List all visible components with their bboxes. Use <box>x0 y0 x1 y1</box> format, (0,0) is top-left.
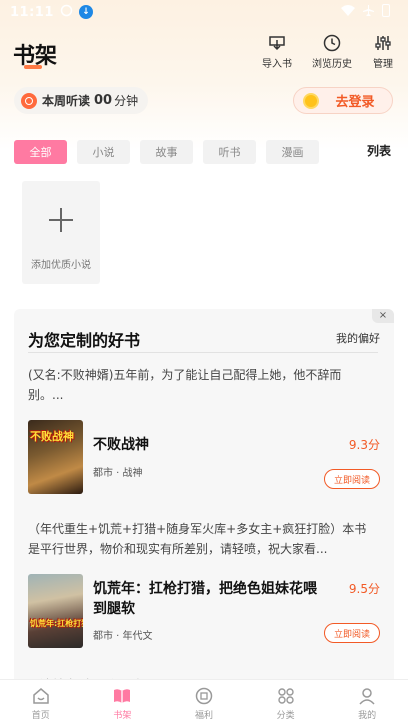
weekly-listen-unit: 分钟 <box>114 94 139 108</box>
status-bar: 11:11 ↓ <box>0 0 408 24</box>
book-score: 9.3分 <box>348 438 380 452</box>
weekly-listen-badge[interactable]: 本周听读 00 分钟 <box>14 87 148 114</box>
divider <box>28 352 378 353</box>
weekly-listen-label: 本周听读 <box>42 94 91 108</box>
book-cover[interactable]: 饥荒年:扛枪打猎 <box>28 574 83 648</box>
bottom-navigation: 首页 书架 福利 分类 我的 <box>0 679 408 725</box>
history-button[interactable]: 浏览历史 <box>307 34 357 70</box>
nav-bookshelf[interactable]: 书架 <box>82 680 164 725</box>
home-icon <box>33 688 49 704</box>
sync-icon <box>60 4 73 21</box>
book-title[interactable]: 不败战神 <box>93 435 328 455</box>
login-button[interactable]: 去登录 <box>293 87 393 114</box>
filter-tab-novel[interactable]: 小说 <box>77 140 130 164</box>
book-description: (又名:不败神婿)五年前，为了能让自己配得上她，他不辞而别。... <box>28 368 342 402</box>
nav-category-label: 分类 <box>276 711 295 721</box>
book-description: （年代重生+饥荒+打猎+随身军火库+多女主+疯狂打脸）本书是平行世界，物价和现实… <box>28 522 367 556</box>
title-underline <box>24 65 42 69</box>
gift-coin-icon <box>195 687 213 705</box>
nav-bookshelf-label: 书架 <box>113 711 132 721</box>
history-label: 浏览历史 <box>312 59 352 70</box>
read-now-button[interactable]: 立即阅读 <box>324 469 380 489</box>
manage-button[interactable]: 管理 <box>358 34 408 70</box>
clock-icon <box>323 34 341 52</box>
cover-title: 不败战神 <box>30 430 74 443</box>
filter-tab-comic[interactable]: 漫画 <box>266 140 319 164</box>
nav-home-label: 首页 <box>31 711 50 721</box>
user-icon <box>359 688 375 705</box>
download-icon: ↓ <box>78 5 93 19</box>
sliders-icon <box>375 36 391 50</box>
nav-profile[interactable]: 我的 <box>326 680 408 725</box>
nav-profile-label: 我的 <box>358 711 377 721</box>
coin-icon <box>303 92 320 109</box>
alarm-clock-icon <box>21 92 37 109</box>
airplane-icon <box>363 5 374 16</box>
recommendation-card: × 为您定制的好书 我的偏好 (又名:不败神婿)五年前，为了能让自己配得上她，他… <box>14 309 394 689</box>
grid-icon <box>277 688 294 704</box>
my-preference-link[interactable]: 我的偏好 <box>336 330 380 346</box>
book-cover[interactable]: 不败战神 <box>28 420 83 494</box>
filter-tab-audiobook[interactable]: 听书 <box>203 140 256 164</box>
import-book-button[interactable]: 导入书 <box>252 34 302 70</box>
import-icon <box>269 36 285 51</box>
book-tags: 都市 · 年代文 <box>93 631 153 642</box>
filter-tab-story[interactable]: 故事 <box>140 140 193 164</box>
nav-category[interactable]: 分类 <box>245 680 327 725</box>
nav-welfare[interactable]: 福利 <box>163 680 245 725</box>
list-view-toggle[interactable]: 列表 <box>367 142 391 159</box>
category-filter-tabs: 全部 小说 故事 听书 漫画 <box>14 140 319 164</box>
manage-label: 管理 <box>373 59 393 70</box>
import-book-label: 导入书 <box>262 59 292 70</box>
book-tags: 都市 · 战神 <box>93 468 143 479</box>
filter-tab-all[interactable]: 全部 <box>14 140 67 164</box>
book-title[interactable]: 饥荒年：扛枪打猎，把绝色姐妹花喂到腿软 <box>93 579 328 619</box>
login-label: 去登录 <box>335 95 375 110</box>
book-open-icon <box>114 689 131 703</box>
app-header: 书架 导入书 浏览历史 管理 <box>0 30 408 76</box>
book-score: 9.5分 <box>348 582 380 596</box>
add-book-label: 添加优质小说 <box>31 260 91 271</box>
battery-icon <box>382 4 390 17</box>
nav-home[interactable]: 首页 <box>0 680 82 725</box>
add-book-tile[interactable]: 添加优质小说 <box>22 181 100 284</box>
close-recommendation-button[interactable]: × <box>372 309 394 323</box>
cover-title: 饥荒年:扛枪打猎 <box>30 619 83 628</box>
wifi-icon <box>341 5 355 16</box>
status-time: 11:11 <box>10 4 54 20</box>
weekly-listen-value: 00 <box>94 93 113 108</box>
recommendation-title: 为您定制的好书 <box>28 331 141 350</box>
read-now-button[interactable]: 立即阅读 <box>324 623 380 643</box>
nav-welfare-label: 福利 <box>194 711 213 721</box>
